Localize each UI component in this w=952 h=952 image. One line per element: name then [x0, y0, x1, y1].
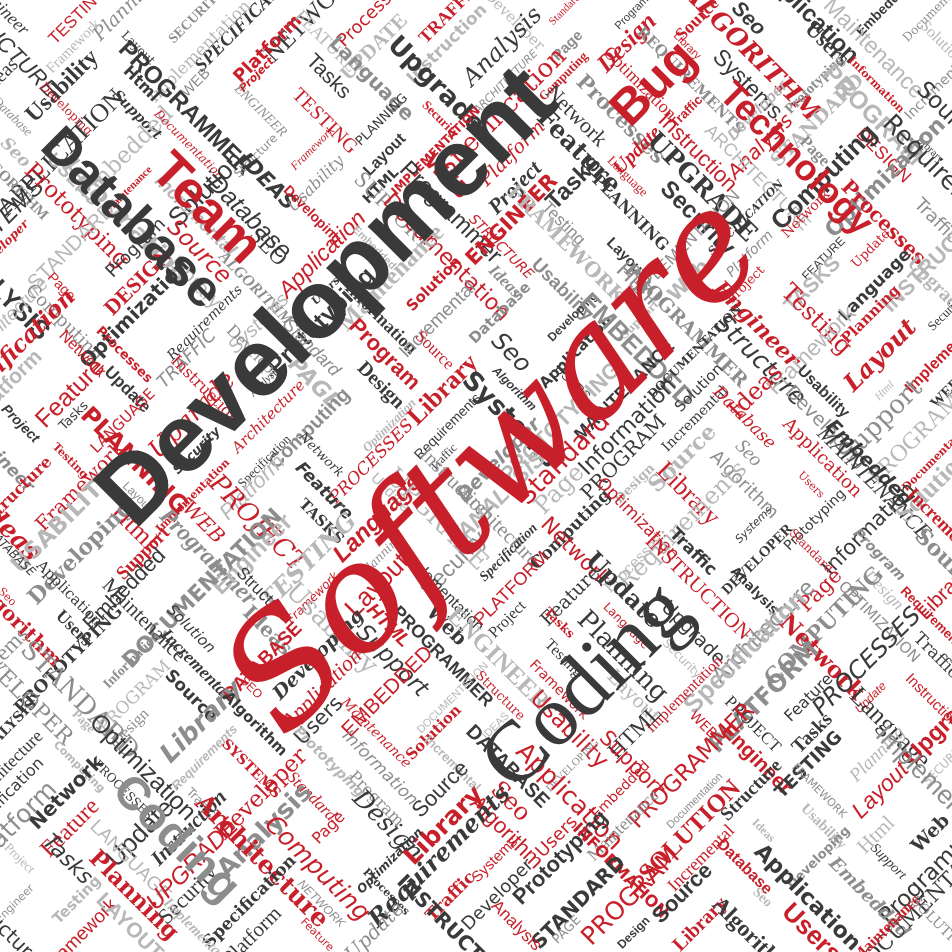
word-cloud-canvas: Engineer TESTING Planning SECURITY SPECIFICA…	[0, 0, 952, 952]
background-word: ENGINEER	[230, 81, 289, 140]
background-word: Solution	[916, 17, 952, 67]
background-word: Project	[2, 840, 39, 877]
background-word: Standard	[547, 0, 583, 28]
background-word: Analysis	[488, 896, 546, 952]
background-word: Page	[308, 807, 349, 848]
word-cloud: Engineer TESTINGPlanning SECURITYSPECIFICA…	[0, 0, 952, 952]
background-word: Users	[795, 469, 827, 501]
background-word: TESTING	[288, 84, 362, 158]
background-word: Support	[867, 841, 910, 884]
